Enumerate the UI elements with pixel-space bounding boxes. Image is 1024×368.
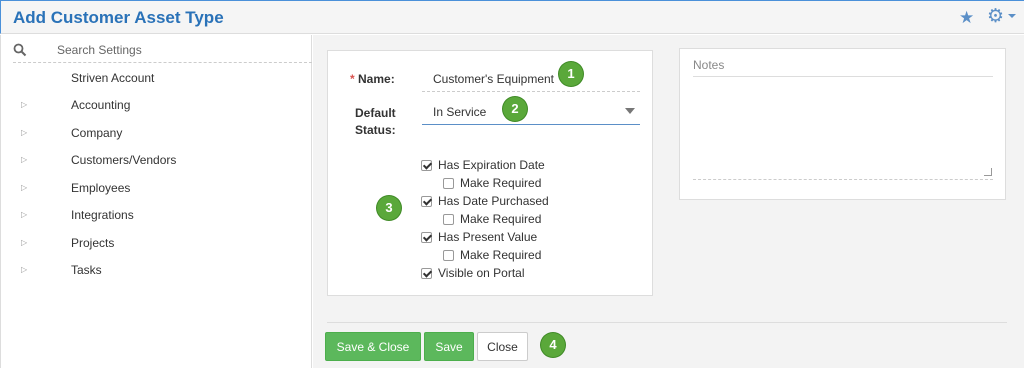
callout-badge-2: 2 — [503, 97, 527, 121]
checkbox[interactable] — [421, 268, 432, 279]
sidebar-item-integrations[interactable]: ▷ Integrations — [21, 206, 301, 226]
checkbox[interactable] — [421, 196, 432, 207]
callout-badge-1: 1 — [559, 62, 583, 86]
sidebar-item-tasks[interactable]: ▷ Tasks — [21, 261, 301, 281]
sidebar-item-customers-vendors[interactable]: ▷ Customers/Vendors — [21, 151, 301, 171]
callout-badge-3: 3 — [377, 196, 401, 220]
search-icon — [13, 43, 27, 57]
expand-arrow-icon[interactable]: ▷ — [21, 183, 27, 192]
notes-textarea[interactable] — [693, 76, 993, 180]
search-bar — [13, 39, 312, 63]
sidebar-item-label: Integrations — [71, 208, 134, 222]
expand-arrow-icon[interactable]: ▷ — [21, 238, 27, 247]
gear-icon[interactable]: ⚙ — [987, 7, 1004, 26]
save-button[interactable]: Save — [424, 332, 474, 361]
callout-badge-4: 4 — [541, 333, 565, 357]
resize-grip-icon[interactable] — [984, 168, 992, 176]
notes-label: Notes — [693, 58, 725, 72]
expand-arrow-icon[interactable]: ▷ — [21, 128, 27, 137]
header-bar: Add Customer Asset Type ★ ⚙ — [0, 1, 1024, 34]
sidebar-item-employees[interactable]: ▷ Employees — [21, 179, 301, 199]
expand-arrow-icon[interactable]: ▷ — [21, 265, 27, 274]
name-field-underline — [422, 91, 640, 92]
sidebar-item-label: Tasks — [71, 263, 102, 277]
notes-card: Notes — [679, 48, 1006, 200]
sidebar-item-label: Projects — [71, 236, 115, 250]
checkbox[interactable] — [421, 160, 432, 171]
expand-arrow-icon[interactable]: ▷ — [21, 210, 27, 219]
asset-type-form: * Name: Customer's Equipment 1 Default S… — [327, 50, 653, 296]
checkbox[interactable] — [443, 178, 454, 189]
sidebar-item-striven-account[interactable]: Striven Account — [21, 69, 301, 89]
sidebar-item-label: Company — [71, 126, 123, 140]
name-field[interactable]: Customer's Equipment — [433, 72, 554, 86]
search-input[interactable] — [57, 41, 307, 59]
sidebar-item-company[interactable]: ▷ Company — [21, 124, 301, 144]
default-status-label: Default Status: — [355, 106, 396, 137]
expand-arrow-icon[interactable]: ▷ — [21, 155, 27, 164]
page-title: Add Customer Asset Type — [13, 8, 224, 27]
status-select-underline — [422, 124, 640, 125]
chevron-down-icon[interactable] — [1008, 14, 1016, 18]
default-status-select[interactable]: In Service — [433, 105, 486, 119]
checkbox[interactable] — [421, 232, 432, 243]
sidebar-item-label: Employees — [71, 181, 131, 195]
main-panel: * Name: Customer's Equipment 1 Default S… — [313, 35, 1024, 368]
save-close-button[interactable]: Save & Close — [325, 332, 421, 361]
sidebar-item-projects[interactable]: ▷ Projects — [21, 234, 301, 254]
close-button[interactable]: Close — [477, 332, 528, 361]
settings-sidebar: Striven Account ▷ Accounting ▷ Company ▷… — [0, 35, 312, 368]
sidebar-item-label: Striven Account — [71, 71, 155, 85]
name-label: * Name: — [350, 72, 395, 86]
sidebar-item-accounting[interactable]: ▷ Accounting — [21, 96, 301, 116]
star-icon[interactable]: ★ — [959, 9, 974, 26]
dropdown-arrow-icon[interactable] — [625, 108, 635, 114]
expand-arrow-icon[interactable]: ▷ — [21, 100, 27, 109]
required-mark: * — [350, 72, 355, 86]
checkbox[interactable] — [443, 214, 454, 225]
sidebar-item-label: Customers/Vendors — [71, 153, 177, 167]
button-divider — [327, 322, 1007, 323]
checkbox[interactable] — [443, 250, 454, 261]
sidebar-item-label: Accounting — [71, 98, 131, 112]
